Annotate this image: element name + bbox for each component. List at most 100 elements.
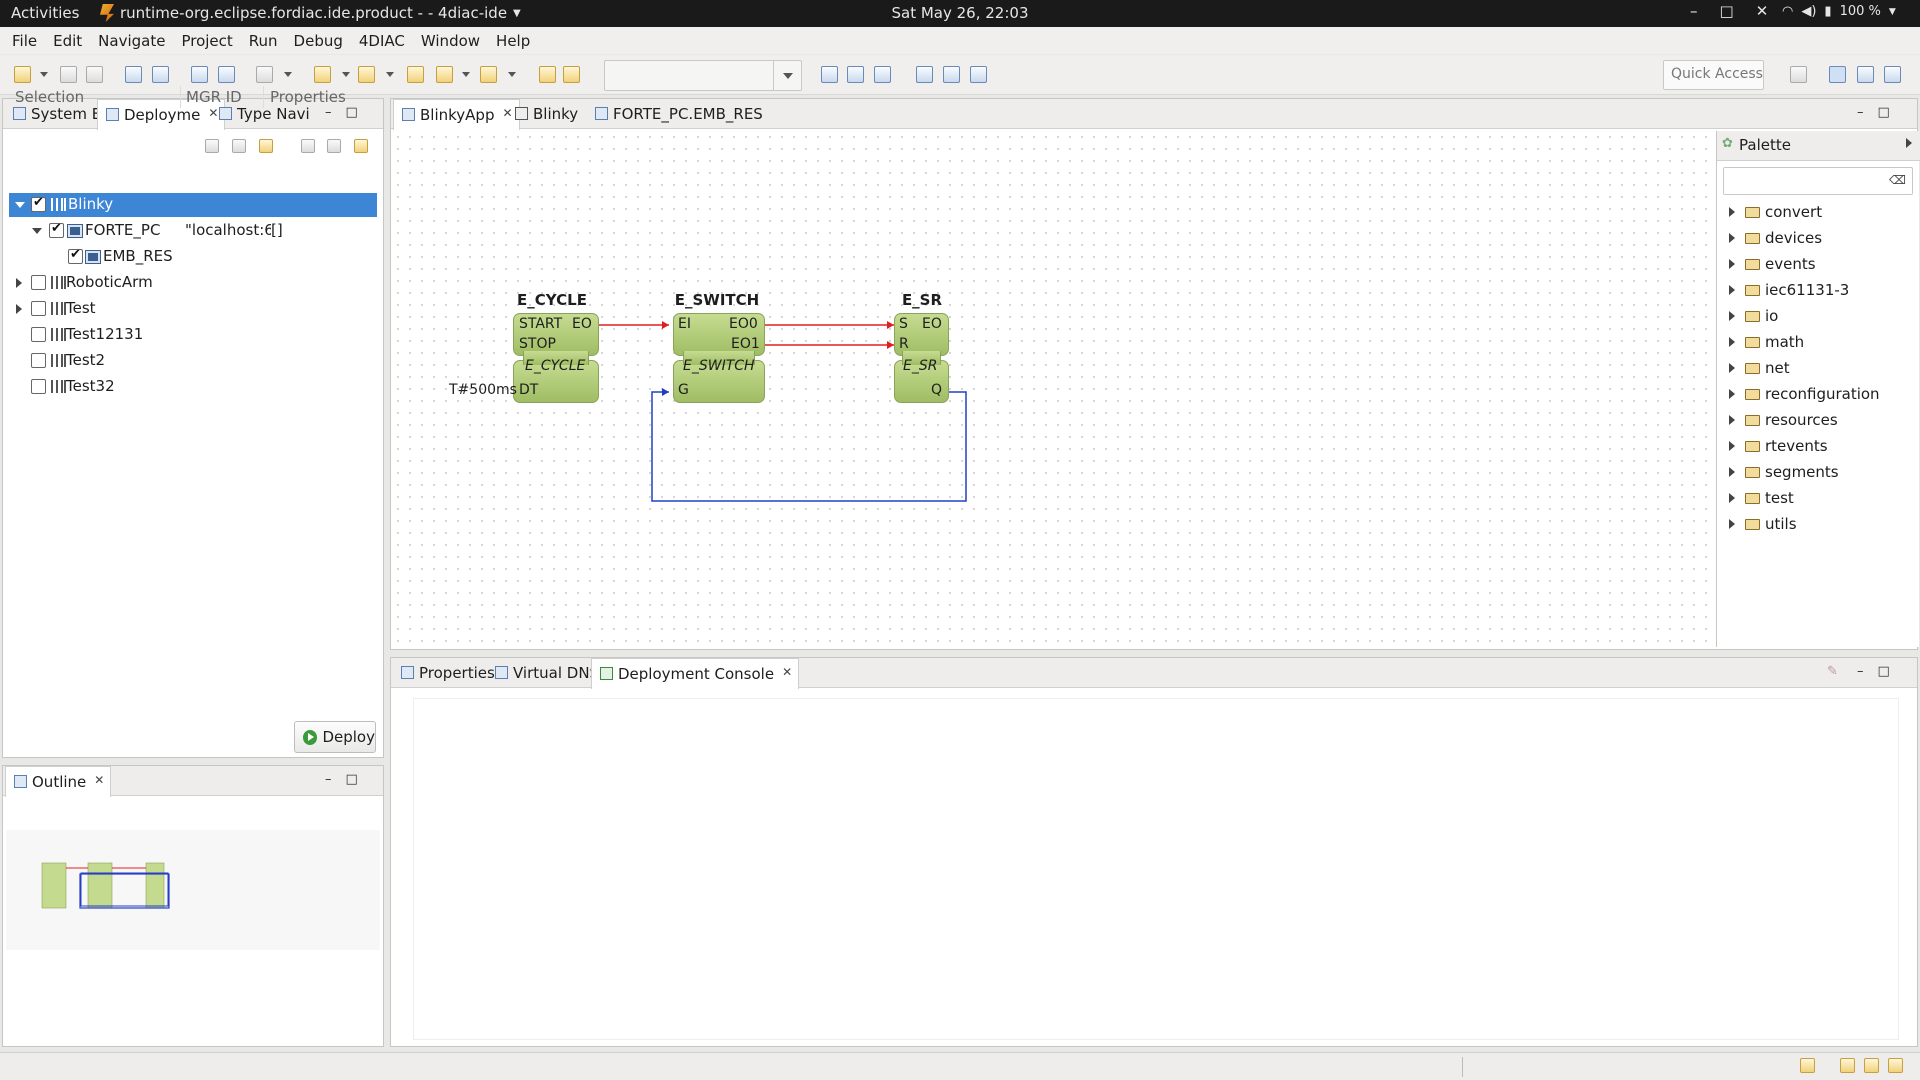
new-application-icon[interactable] xyxy=(152,66,169,83)
maximize-window-icon[interactable]: □ xyxy=(1720,2,1734,20)
notification-icon[interactable] xyxy=(1800,1058,1815,1073)
column-properties[interactable]: Properties xyxy=(270,88,346,106)
chevron-down-icon[interactable] xyxy=(508,72,516,77)
tree-item-roboticarm[interactable]: RoboticArm xyxy=(9,271,377,295)
tree-item-test[interactable]: Test xyxy=(9,297,377,321)
back-icon[interactable] xyxy=(327,139,341,153)
pin-eo1[interactable]: EO1 xyxy=(731,336,760,352)
align-middle-icon[interactable] xyxy=(943,66,960,83)
open-perspective-icon[interactable] xyxy=(1790,66,1807,83)
pin-start[interactable]: START xyxy=(519,316,562,332)
tab-properties[interactable]: Properties xyxy=(393,658,501,688)
checkbox[interactable] xyxy=(31,301,46,316)
fb-network-canvas[interactable]: E_CYCLE START STOP EO E_CYCLE DT T#500ms… xyxy=(392,131,1715,647)
properties-value[interactable]: [] xyxy=(271,221,283,239)
zoom-combo[interactable] xyxy=(604,60,802,91)
back-icon[interactable] xyxy=(436,66,453,83)
pin-eo[interactable]: EO xyxy=(922,316,942,332)
align-center-icon[interactable] xyxy=(847,66,864,83)
palette-item-io[interactable]: io xyxy=(1729,307,1778,325)
home-icon[interactable] xyxy=(301,139,315,153)
palette-search-input[interactable]: ⌫ xyxy=(1723,167,1913,195)
expand-all-icon[interactable] xyxy=(232,139,246,153)
chevron-down-icon[interactable] xyxy=(342,72,350,77)
align-top-icon[interactable] xyxy=(916,66,933,83)
tree-item-test32[interactable]: Test32 xyxy=(9,375,377,399)
palette-item-events[interactable]: events xyxy=(1729,255,1816,273)
tab-blinky[interactable]: Blinky xyxy=(507,99,584,129)
checkbox[interactable] xyxy=(49,221,64,238)
data-connection[interactable] xyxy=(651,391,967,502)
collapse-icon[interactable] xyxy=(15,202,25,208)
checkbox[interactable] xyxy=(31,275,46,290)
tab-forte-pc-emb-res[interactable]: FORTE_PC.EMB_RES xyxy=(587,99,769,129)
checkbox[interactable] xyxy=(68,247,83,264)
previous-annotation-icon[interactable] xyxy=(358,66,375,83)
column-selection[interactable]: Selection xyxy=(15,88,84,106)
forward-icon[interactable] xyxy=(480,66,497,83)
menu-help[interactable]: Help xyxy=(488,32,538,50)
tab-blinkyapp[interactable]: BlinkyApp ✕ xyxy=(393,99,520,130)
palette-item-reconfiguration[interactable]: reconfiguration xyxy=(1729,385,1880,403)
close-icon[interactable]: ✕ xyxy=(782,665,792,679)
clear-icon[interactable]: ⌫ xyxy=(1889,173,1906,187)
close-window-icon[interactable]: ✕ xyxy=(1756,2,1769,20)
mgr-id-value[interactable]: "localhost:6: xyxy=(185,221,271,239)
palette-item-segments[interactable]: segments xyxy=(1729,463,1839,481)
chevron-down-icon[interactable] xyxy=(40,72,48,77)
tree-item-test2[interactable]: Test2 xyxy=(9,349,377,373)
collapse-icon[interactable] xyxy=(32,228,42,234)
menu-edit[interactable]: Edit xyxy=(45,32,90,50)
column-mgr-id[interactable]: MGR ID xyxy=(186,88,242,106)
tree-item-test12131[interactable]: Test12131 xyxy=(9,323,377,347)
debug-perspective-icon[interactable] xyxy=(1884,66,1901,83)
tree-item-emb-res[interactable]: EMB_RES xyxy=(9,245,377,269)
system-perspective-icon[interactable] xyxy=(1829,66,1846,83)
expand-icon[interactable] xyxy=(16,278,22,288)
book-icon[interactable] xyxy=(1840,1058,1855,1073)
save-all-icon[interactable] xyxy=(86,66,103,83)
new-system-icon[interactable] xyxy=(125,66,142,83)
checkbox[interactable] xyxy=(31,195,46,212)
align-bottom-icon[interactable] xyxy=(970,66,987,83)
palette-item-test[interactable]: test xyxy=(1729,489,1794,507)
pin-eo[interactable]: EO xyxy=(572,316,592,332)
search-icon[interactable] xyxy=(256,66,273,83)
tree-item-forte-pc[interactable]: FORTE_PC "localhost:6: [] xyxy=(9,219,377,243)
system-tray[interactable]: ◠ ◀) ▮ 100 % ▼ xyxy=(1782,4,1896,19)
menu-navigate[interactable]: Navigate xyxy=(90,32,173,50)
palette-item-net[interactable]: net xyxy=(1729,359,1790,377)
tab-deployment-console[interactable]: Deployment Console ✕ xyxy=(591,658,800,689)
link-editor-icon[interactable] xyxy=(259,139,273,153)
palette-item-utils[interactable]: utils xyxy=(1729,515,1797,533)
fb-name-e-cycle[interactable]: E_CYCLE xyxy=(512,291,592,309)
undo-icon[interactable] xyxy=(539,66,556,83)
menu-window[interactable]: Window xyxy=(413,32,488,50)
palette-item-resources[interactable]: resources xyxy=(1729,411,1838,429)
pin-s[interactable]: S xyxy=(899,316,908,332)
tree-item-blinky[interactable]: Blinky xyxy=(9,193,377,217)
pin-ei[interactable]: EI xyxy=(678,316,691,332)
pin-r[interactable]: R xyxy=(899,336,909,352)
minimize-maximize-icon[interactable]: –□ xyxy=(325,772,372,787)
deployment-perspective-icon[interactable] xyxy=(1857,66,1874,83)
tab-outline[interactable]: Outline ✕ xyxy=(5,766,112,797)
pin-q[interactable]: Q xyxy=(931,382,942,398)
minimize-maximize-icon[interactable]: –□ xyxy=(1857,105,1904,120)
expand-icon[interactable] xyxy=(16,304,22,314)
dt-parameter-value[interactable]: T#500ms xyxy=(449,382,517,398)
menu-file[interactable]: File xyxy=(4,32,45,50)
align-right-icon[interactable] xyxy=(874,66,891,83)
pin-eo0[interactable]: EO0 xyxy=(729,316,758,332)
save-icon[interactable] xyxy=(60,66,77,83)
menu-4diac[interactable]: 4DIAC xyxy=(351,32,413,50)
palette-item-rtevents[interactable]: rtevents xyxy=(1729,437,1828,455)
chevron-down-icon[interactable] xyxy=(284,72,292,77)
next-annotation-icon[interactable] xyxy=(314,66,331,83)
chevron-down-icon[interactable] xyxy=(773,61,801,90)
pin-dt[interactable]: DT xyxy=(519,382,538,398)
collapse-palette-icon[interactable] xyxy=(1906,138,1912,148)
new-type-icon[interactable] xyxy=(191,66,208,83)
help-icon[interactable] xyxy=(1864,1058,1879,1073)
minimize-maximize-icon[interactable]: –□ xyxy=(1857,664,1904,679)
